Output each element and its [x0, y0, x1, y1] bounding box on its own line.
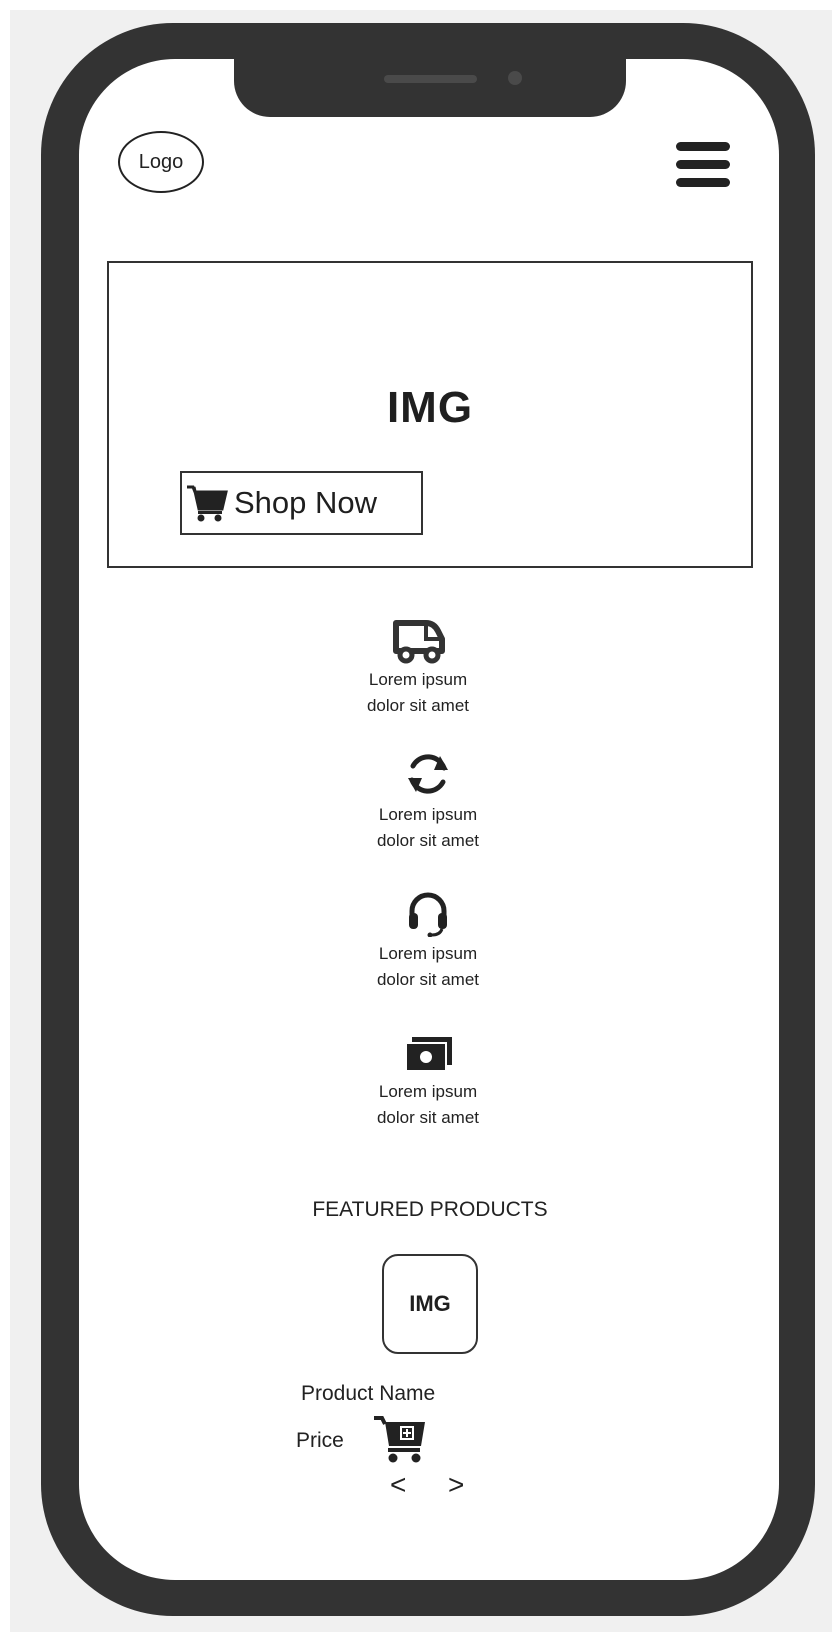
product-image-placeholder[interactable]: IMG — [382, 1254, 478, 1354]
feature-text-line: dolor sit amet — [376, 1108, 480, 1127]
product-price: Price — [296, 1429, 344, 1452]
truck-icon — [393, 620, 445, 664]
speaker-grille — [384, 75, 477, 83]
shop-now-label: Shop Now — [234, 485, 378, 520]
carousel-prev-button[interactable]: < — [390, 1469, 406, 1501]
cart-icon — [187, 485, 228, 522]
logo[interactable]: Logo — [118, 131, 204, 193]
refresh-icon — [408, 754, 448, 794]
carousel-next-button[interactable]: > — [448, 1469, 464, 1501]
feature-text-line: Lorem ipsum — [378, 805, 478, 824]
logo-label: Logo — [138, 150, 184, 173]
money-icon — [405, 1037, 452, 1072]
feature-item: Lorem ipsum dolor sit amet — [328, 750, 528, 854]
feature-text-line: Lorem ipsum — [368, 670, 468, 689]
feature-text-line: dolor sit amet — [366, 696, 470, 715]
feature-item: Lorem ipsum dolor sit amet — [328, 891, 528, 993]
headset-icon — [409, 892, 447, 937]
feature-text-line: Lorem ipsum — [378, 944, 478, 963]
product-image-label: IMG — [409, 1291, 451, 1316]
feature-text-line: dolor sit amet — [376, 970, 480, 989]
feature-item: Lorem ipsum dolor sit amet — [328, 1035, 528, 1131]
add-to-cart-icon — [374, 1416, 425, 1463]
hero-image-placeholder: IMG — [386, 383, 474, 432]
feature-text-line: dolor sit amet — [376, 831, 480, 850]
feature-text-line: Lorem ipsum — [378, 1082, 478, 1101]
phone-notch — [234, 55, 626, 117]
shop-now-button[interactable]: Shop Now — [180, 471, 423, 535]
feature-item: Lorem ipsum dolor sit amet — [318, 617, 518, 719]
hamburger-menu-icon[interactable] — [674, 139, 732, 191]
product-name[interactable]: Product Name — [301, 1382, 435, 1406]
front-camera — [508, 71, 522, 85]
add-to-cart-button[interactable] — [373, 1414, 431, 1464]
featured-products-heading: FEATURED PRODUCTS — [312, 1198, 548, 1221]
